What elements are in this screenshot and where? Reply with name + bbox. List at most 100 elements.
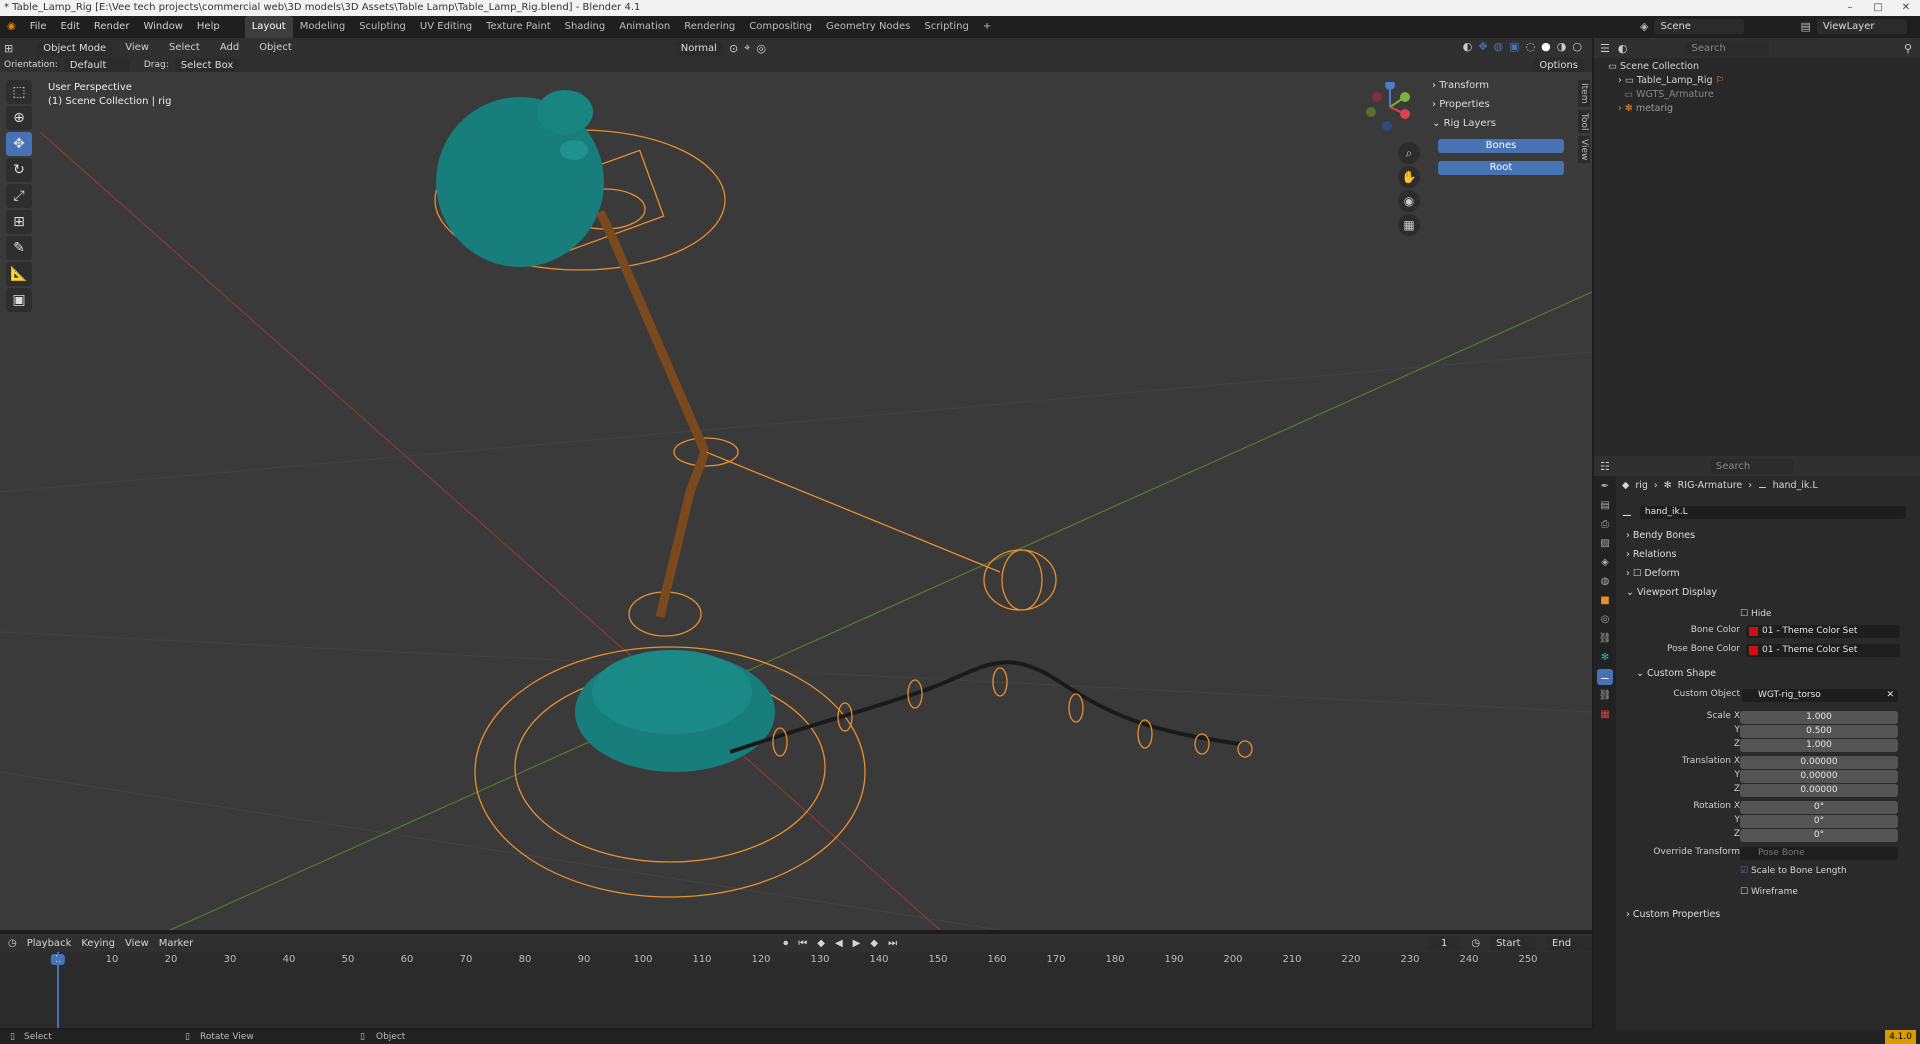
workspace-tab-rendering[interactable]: Rendering <box>677 16 742 38</box>
menu-render[interactable]: Render <box>87 16 137 38</box>
workspace-tab-modeling[interactable]: Modeling <box>293 16 353 38</box>
outliner-scene-collection[interactable]: ▭ Scene Collection <box>1608 60 1920 74</box>
menu-window[interactable]: Window <box>136 16 189 38</box>
root-layer-button[interactable]: Root <box>1438 161 1564 175</box>
options-button[interactable]: Options <box>1533 57 1584 73</box>
outliner-item-wgts-armature[interactable]: ▭ WGTS_Armature <box>1608 88 1920 102</box>
menu-file[interactable]: File <box>23 16 54 38</box>
viewport-menu-object[interactable]: Object <box>252 37 299 59</box>
transform-orientation-selector[interactable]: Normal <box>674 40 723 56</box>
timeline[interactable]: 1102030405060708090100110120130140150160… <box>0 952 1592 1028</box>
current-frame-field[interactable]: 1 <box>1427 935 1462 951</box>
record-icon[interactable]: ⏺ <box>783 938 788 949</box>
material-shading-icon[interactable]: ◑ <box>1557 40 1567 53</box>
panel-custom-shape[interactable]: ⌄ Custom Shape <box>1636 666 1716 682</box>
view-layer-tab-icon[interactable]: ▨ <box>1597 536 1613 552</box>
wireframe-checkbox[interactable]: ☐ Wireframe <box>1740 885 1798 899</box>
gizmo-icon[interactable]: ✥ <box>1478 40 1487 53</box>
workspace-tab-compositing[interactable]: Compositing <box>742 16 819 38</box>
constraint-tab-icon[interactable]: ⛓ <box>1597 631 1613 647</box>
rotation-y-field[interactable]: 0° <box>1740 815 1898 828</box>
timeline-menu-playback[interactable]: Playback <box>27 938 72 949</box>
workspace-tab-shading[interactable]: Shading <box>558 16 613 38</box>
outliner-item-metarig[interactable]: › ✻ metarig <box>1608 102 1920 116</box>
playhead[interactable] <box>57 952 59 1028</box>
add-cube-icon[interactable]: ▣ <box>6 288 32 312</box>
workspace-tab-texture-paint[interactable]: Texture Paint <box>479 16 558 38</box>
mode-selector[interactable]: Object Mode <box>37 40 113 56</box>
npanel-section-rig-layers[interactable]: ⌄ Rig Layers <box>1432 114 1570 133</box>
world-tab-icon[interactable]: ◍ <box>1597 574 1613 590</box>
workspace-tab-geometry-nodes[interactable]: Geometry Nodes <box>819 16 917 38</box>
npanel-section-transform[interactable]: › Transform <box>1432 76 1570 95</box>
filter-icon[interactable]: ⚲ <box>1904 42 1912 55</box>
menu-help[interactable]: Help <box>190 16 227 38</box>
blender-logo-icon[interactable]: ◉ <box>0 16 23 38</box>
scale-x-field[interactable]: 1.000 <box>1740 711 1898 724</box>
tab-view[interactable]: View <box>1578 135 1590 164</box>
play-reverse-icon[interactable]: ◀ <box>835 938 843 949</box>
properties-type-icon[interactable]: ☷ <box>1600 460 1610 473</box>
wireframe-shading-icon[interactable]: ◌ <box>1526 40 1536 53</box>
xray-icon[interactable]: ▣ <box>1509 40 1519 53</box>
next-keyframe-icon[interactable]: ◆ <box>870 938 878 949</box>
scale-z-field[interactable]: 1.000 <box>1740 739 1898 752</box>
drag-selector[interactable]: Select Box <box>174 57 240 73</box>
scene-tab-icon[interactable]: ◈ <box>1597 555 1613 571</box>
data-tab-icon[interactable]: ✻ <box>1597 650 1613 666</box>
output-tab-icon[interactable]: ⎙ <box>1597 517 1613 533</box>
orientation-selector[interactable]: Default <box>63 57 130 73</box>
tab-item[interactable]: Item <box>1578 80 1590 107</box>
clock-icon[interactable]: ◷ <box>8 938 17 949</box>
camera-view-icon[interactable]: ◉ <box>1398 190 1420 212</box>
measure-icon[interactable]: 📐 <box>6 262 32 286</box>
pose-bone-color-dropdown[interactable]: 01 - Theme Color Set <box>1746 644 1900 657</box>
bone-constraint-tab-icon[interactable]: ⛓ <box>1597 688 1613 704</box>
object-tab-icon[interactable]: ■ <box>1597 593 1613 609</box>
close-icon[interactable]: ✕ <box>1892 0 1920 16</box>
breadcrumb-item[interactable]: RIG-Armature <box>1678 480 1743 491</box>
3d-viewport[interactable]: User Perspective (1) Scene Collection | … <box>0 72 1592 930</box>
annotate-icon[interactable]: ✎ <box>6 236 32 260</box>
workspace-tab-uv-editing[interactable]: UV Editing <box>413 16 479 38</box>
hide-checkbox[interactable]: ☐ Hide <box>1740 607 1771 621</box>
jump-start-icon[interactable]: ⏮ <box>798 938 807 949</box>
visibility-icon[interactable]: ◐ <box>1463 40 1473 53</box>
perspective-grid-icon[interactable]: ▦ <box>1398 214 1420 236</box>
timeline-menu-keying[interactable]: Keying <box>81 938 115 949</box>
panel-deform[interactable]: › ☐ Deform <box>1626 566 1680 582</box>
workspace-tab-scripting[interactable]: Scripting <box>917 16 975 38</box>
menu-edit[interactable]: Edit <box>53 16 86 38</box>
pan-hand-icon[interactable]: ✋ <box>1398 166 1420 188</box>
panel-custom-properties[interactable]: › Custom Properties <box>1626 907 1720 923</box>
display-mode-icon[interactable]: ◐ <box>1618 42 1628 55</box>
pivot-icon[interactable]: ⊙ <box>729 42 738 55</box>
viewport-menu-select[interactable]: Select <box>162 37 207 59</box>
render-tab-icon[interactable]: ▤ <box>1597 498 1613 514</box>
timeline-menu-view[interactable]: View <box>125 938 149 949</box>
add-workspace-icon[interactable]: + <box>976 16 998 38</box>
tab-tool[interactable]: Tool <box>1578 109 1590 133</box>
outliner-search[interactable]: Search <box>1685 40 1770 56</box>
select-box-icon[interactable]: ⬚ <box>6 80 32 104</box>
move-icon[interactable]: ✥ <box>6 132 32 156</box>
npanel-section-properties[interactable]: › Properties <box>1432 95 1570 114</box>
override-transform-field[interactable]: Pose Bone <box>1740 847 1898 860</box>
workspace-tab-animation[interactable]: Animation <box>612 16 677 38</box>
view-layer-selector[interactable]: ViewLayer <box>1816 19 1907 34</box>
outliner-item-table-lamp-rig[interactable]: › ▭ Table_Lamp_Rig ⚐ <box>1608 74 1920 88</box>
properties-search[interactable]: Search <box>1709 458 1794 474</box>
minimize-icon[interactable]: – <box>1836 0 1864 16</box>
translation-z-field[interactable]: 0.00000 <box>1740 784 1898 797</box>
zoom-icon[interactable]: ⌕ <box>1398 142 1420 164</box>
panel-relations[interactable]: › Relations <box>1626 547 1676 563</box>
rotate-icon[interactable]: ↻ <box>6 158 32 182</box>
viewport-menu-add[interactable]: Add <box>213 37 246 59</box>
bone-color-dropdown[interactable]: 01 - Theme Color Set <box>1746 625 1900 638</box>
proportional-edit-icon[interactable]: ◎ <box>756 42 766 55</box>
texture-tab-icon[interactable]: ▦ <box>1597 707 1613 723</box>
custom-object-field[interactable]: WGT-rig_torso ✕ <box>1742 689 1898 702</box>
scale-icon[interactable]: ⤢ <box>6 184 32 208</box>
play-icon[interactable]: ▶ <box>853 938 861 949</box>
rendered-shading-icon[interactable]: ○ <box>1572 40 1582 53</box>
